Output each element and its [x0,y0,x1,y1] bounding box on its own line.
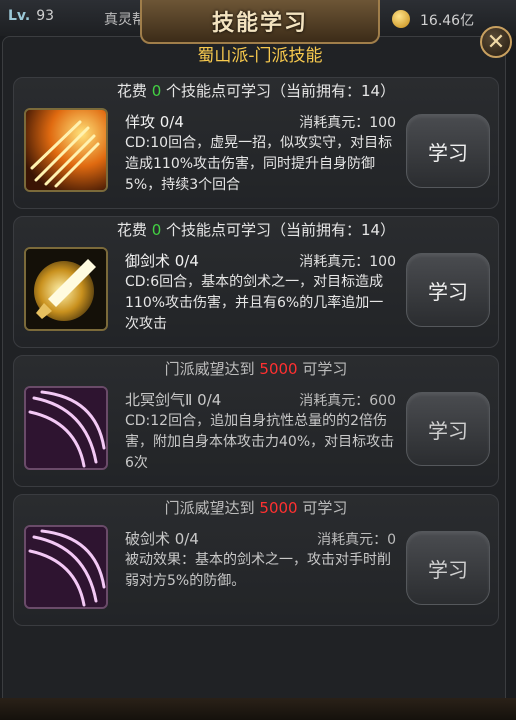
page-title: 技能学习 [211,11,308,36]
skill-panel: 花费 0 个技能点可学习（当前拥有：14） 佯攻 0/4 消耗真元：100 CD… [2,36,506,720]
learn-button[interactable]: 学习 [406,531,490,605]
skill-name: 破剑术 0/4 [125,530,199,548]
learn-button[interactable]: 学习 [406,253,490,327]
flying-sword-icon [24,247,108,331]
skill-name: 佯攻 0/4 [125,113,184,131]
title-banner: 技能学习 [140,0,380,44]
learn-button[interactable]: 学习 [406,392,490,466]
skill-requirement: 花费 0 个技能点可学习（当前拥有：14） [116,82,396,100]
skill-cost: 消耗真元：100 [299,254,396,270]
skill-description: 被动效果：基本的剑术之一，攻击对手时削弱对方5%的防御。 [125,552,391,589]
purple-slash-icon [24,386,108,470]
purple-slash-icon [24,525,108,609]
learn-button[interactable]: 学习 [406,114,490,188]
subtitle-banner: 蜀山派-门派技能 [150,40,370,66]
money-amount: 16.46亿 [420,13,475,29]
coin-icon [392,10,410,28]
skill-requirement: 门派威望达到 5000 可学习 [164,499,348,517]
page-subtitle: 蜀山派-门派技能 [197,45,323,66]
level-display: Lv. 93 [8,8,55,24]
skill-description: CD:12回合，追加自身抗性总量的的2倍伤害，附加自身本体攻击力40%，对目标攻… [125,413,395,471]
skill-name: 北冥剑气Ⅱ 0/4 [125,391,222,409]
skill-name: 御剑术 0/4 [125,252,199,270]
skill-description: CD:6回合，基本的剑术之一，对目标造成110%攻击伤害，并且有6%的几率追加一… [125,274,384,332]
skill-cost: 消耗真元：0 [317,532,396,548]
skill-requirement: 花费 0 个技能点可学习（当前拥有：14） [116,221,396,239]
fire-slash-icon [24,108,108,192]
close-icon[interactable]: ✕ [480,26,512,58]
skill-cost: 消耗真元：100 [299,115,396,131]
skill-card: 花费 0 个技能点可学习（当前拥有：14） 御剑术 0/4 消耗真元：100 C… [13,216,499,348]
skill-description: CD:10回合，虚晃一招，似攻实守，对目标造成110%攻击伤害，同时提升自身防御… [125,135,393,193]
skill-cost: 消耗真元：600 [299,393,396,409]
skill-card: 门派威望达到 5000 可学习 破剑术 0/4 消耗真元：0 被动效果：基本的剑… [13,494,499,626]
bottom-bar [0,698,516,720]
skill-card: 门派威望达到 5000 可学习 北冥剑气Ⅱ 0/4 消耗真元：600 CD:12… [13,355,499,487]
skill-requirement: 门派威望达到 5000 可学习 [164,360,348,378]
skill-card: 花费 0 个技能点可学习（当前拥有：14） 佯攻 0/4 消耗真元：100 CD… [13,77,499,209]
